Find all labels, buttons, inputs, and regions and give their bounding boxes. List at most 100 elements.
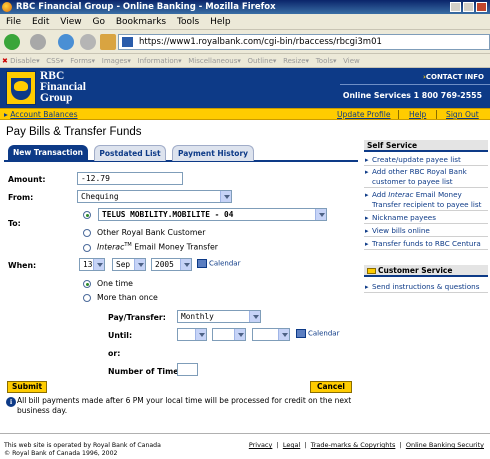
menu-go[interactable]: Go: [92, 17, 104, 27]
legal-link[interactable]: Legal: [283, 441, 300, 449]
privacy-link[interactable]: Privacy: [249, 441, 273, 449]
firefox-icon: [2, 2, 12, 12]
close-window-button[interactable]: [476, 2, 487, 12]
payee-select[interactable]: TELUS MOBILITY.MOBILITE - 04: [98, 208, 327, 221]
more-than-once-radio[interactable]: [83, 294, 91, 302]
more-than-once-label: More than once: [97, 293, 158, 302]
maximize-button[interactable]: [463, 2, 474, 12]
tab-new-transaction[interactable]: New Transaction: [8, 145, 88, 161]
pay-transfer-label: Pay/Transfer:: [108, 313, 166, 322]
menu-help[interactable]: Help: [210, 17, 231, 27]
self-service-heading: Self Service: [364, 140, 488, 152]
site-header: RBC Financial Group ›CONTACT INFO Online…: [0, 68, 490, 108]
other-customer-radio[interactable]: [83, 229, 91, 237]
dev-css[interactable]: CSS: [46, 57, 60, 65]
update-profile-link[interactable]: Update Profile: [337, 109, 391, 120]
cancel-button[interactable]: Cancel: [310, 381, 352, 393]
sidebar-item-send-instructions[interactable]: Send instructions & questions: [364, 282, 488, 293]
interac-radio[interactable]: [83, 244, 91, 252]
until-calendar-link[interactable]: Calendar: [296, 329, 339, 338]
navigation-toolbar: https://www1.royalbank.com/cgi-bin/rbacc…: [0, 30, 490, 54]
dev-resize[interactable]: Resize: [283, 57, 305, 65]
sidebar-item-create-payee[interactable]: Create/update payee list: [364, 155, 488, 166]
from-label: From:: [8, 193, 34, 202]
sidebar-item-add-interac-recipient[interactable]: Add Interac Email Money Transfer recipie…: [364, 190, 488, 211]
sign-out-link[interactable]: Sign Out: [446, 109, 479, 120]
payee-radio[interactable]: [83, 211, 91, 219]
url-bar[interactable]: https://www1.royalbank.com/cgi-bin/rbacc…: [118, 34, 490, 50]
tab-payment-history[interactable]: Payment History: [172, 145, 254, 161]
until-label: Until:: [108, 331, 133, 340]
dev-misc[interactable]: Miscellaneous: [188, 57, 237, 65]
menu-bar: File Edit View Go Bookmarks Tools Help: [0, 14, 490, 30]
chevron-down-icon: [195, 329, 206, 340]
online-services-phone: Online Services 1 800 769-2555: [342, 91, 482, 100]
minimize-button[interactable]: [450, 2, 461, 12]
amount-label: Amount:: [8, 175, 46, 184]
day-select[interactable]: 13: [79, 258, 105, 271]
chevron-down-icon: [234, 329, 245, 340]
calendar-icon: [197, 259, 207, 268]
menu-tools[interactable]: Tools: [177, 17, 199, 27]
account-balances-link[interactable]: Account Balances: [10, 110, 77, 119]
tab-postdated-list[interactable]: Postdated List: [94, 145, 166, 161]
window-titlebar: RBC Financial Group - Online Banking - M…: [0, 0, 490, 14]
security-link[interactable]: Online Banking Security: [406, 441, 484, 449]
dev-forms[interactable]: Forms: [70, 57, 91, 65]
calendar-icon: [296, 329, 306, 338]
number-of-times-input[interactable]: [177, 363, 198, 376]
menu-file[interactable]: File: [6, 17, 21, 27]
sidebar-item-add-rbc-customer[interactable]: Add other RBC Royal Bank customer to pay…: [364, 167, 488, 188]
number-of-times-label: Number of Times:: [108, 367, 187, 376]
calendar-link[interactable]: Calendar: [197, 259, 240, 268]
trademarks-link[interactable]: Trade-marks & Copyrights: [311, 441, 396, 449]
sidebar-item-transfer-centura[interactable]: Transfer funds to RBC Centura: [364, 239, 488, 250]
contact-info-link[interactable]: ›CONTACT INFO: [423, 73, 484, 81]
month-select[interactable]: Sep: [112, 258, 146, 271]
disable-icon: ✖: [2, 57, 8, 65]
menu-edit[interactable]: Edit: [32, 17, 49, 27]
back-icon[interactable]: [4, 34, 20, 50]
home-icon[interactable]: [100, 34, 116, 50]
envelope-icon: [367, 268, 376, 274]
until-year-select[interactable]: [252, 328, 290, 341]
frequency-select[interactable]: Monthly: [177, 310, 261, 323]
one-time-radio[interactable]: [83, 280, 91, 288]
other-customer-label: Other Royal Bank Customer: [97, 228, 206, 237]
chevron-down-icon: [315, 209, 326, 220]
or-label: or:: [108, 349, 121, 358]
from-account-select[interactable]: Chequing: [77, 190, 232, 203]
reload-icon[interactable]: [58, 34, 74, 50]
url-text: https://www1.royalbank.com/cgi-bin/rbacc…: [139, 37, 382, 47]
dev-view[interactable]: View: [343, 57, 360, 65]
forward-icon[interactable]: [30, 34, 46, 50]
utility-bar: ▸ Account Balances Update Profile Help S…: [0, 108, 490, 120]
site-favicon-icon: [122, 37, 133, 47]
info-icon: i: [6, 397, 16, 407]
dev-images[interactable]: Images: [102, 57, 128, 65]
year-select[interactable]: 2005: [151, 258, 192, 271]
until-day-select[interactable]: [177, 328, 207, 341]
developer-toolbar: ✖ Disable▾ CSS▾ Forms▾ Images▾ Informati…: [0, 54, 490, 68]
help-link[interactable]: Help: [409, 109, 426, 120]
stop-icon[interactable]: [80, 34, 96, 50]
footer-links: Privacy | Legal | Trade-marks & Copyrigh…: [248, 441, 484, 449]
sidebar-item-view-bills[interactable]: View bills online: [364, 226, 488, 237]
until-month-select[interactable]: [212, 328, 246, 341]
sidebar-item-nickname-payees[interactable]: Nickname payees: [364, 213, 488, 224]
dev-outline[interactable]: Outline: [248, 57, 273, 65]
window-title: RBC Financial Group - Online Banking - M…: [16, 2, 276, 12]
dev-tools[interactable]: Tools: [316, 57, 333, 65]
submit-button[interactable]: Submit: [7, 381, 47, 393]
dev-disable[interactable]: Disable: [10, 57, 36, 65]
one-time-label: One time: [97, 279, 133, 288]
footer-copyright: © Royal Bank of Canada 1996, 2002: [4, 450, 118, 457]
menu-view[interactable]: View: [60, 17, 81, 27]
brand-name: RBC Financial Group: [40, 70, 87, 104]
chevron-down-icon: [220, 191, 231, 202]
amount-input[interactable]: -12.79: [77, 172, 183, 185]
chevron-down-icon: [180, 259, 191, 270]
menu-bookmarks[interactable]: Bookmarks: [116, 17, 166, 27]
customer-service-heading: Customer Service: [364, 265, 488, 277]
dev-information[interactable]: Information: [138, 57, 179, 65]
